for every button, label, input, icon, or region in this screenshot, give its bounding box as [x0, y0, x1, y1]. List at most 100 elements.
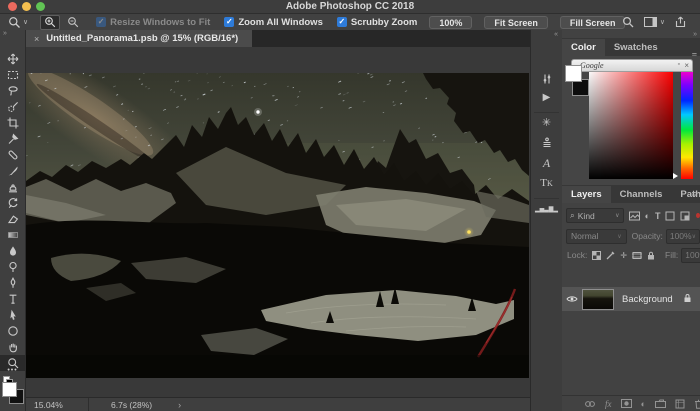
distant-light [467, 230, 471, 234]
tab-color[interactable]: Color [562, 39, 605, 56]
layer-visibility-toggle[interactable] [562, 295, 582, 303]
resize-windows-checkbox[interactable]: ✓ Resize Windows to Fit [96, 17, 210, 28]
glyphs-panel-icon[interactable]: A [531, 156, 562, 171]
link-layers-icon[interactable] [584, 400, 596, 408]
filter-shape-layers-icon[interactable] [665, 211, 675, 221]
scrubby-zoom-checkbox[interactable]: ✓ Scrubby Zoom [337, 17, 418, 28]
search-icon[interactable] [622, 16, 634, 28]
eye-icon [566, 295, 578, 303]
checkbox-check-icon: ✓ [224, 17, 234, 27]
status-menu-chevron[interactable]: › [178, 400, 181, 410]
quick-selection-tool[interactable] [0, 99, 25, 115]
brush-tool[interactable] [0, 163, 25, 179]
move-tool[interactable] [0, 51, 25, 67]
brush-settings-panel-icon[interactable] [531, 73, 562, 88]
zoom-tool-preset[interactable]: ∨ [8, 16, 28, 29]
checkbox-check-icon: ✓ [96, 17, 106, 27]
filter-kind-dropdown[interactable]: ⌕ Kind ∨ [566, 208, 624, 223]
lock-artboard-icon[interactable] [632, 251, 642, 260]
share-icon[interactable] [675, 16, 686, 28]
properties-panel-icon[interactable] [531, 137, 562, 152]
layer-thumbnail[interactable] [582, 289, 614, 310]
pen-tool[interactable] [0, 275, 25, 291]
toolbar-expand-icon[interactable]: » [3, 30, 6, 37]
foreground-color-swatch[interactable] [2, 382, 17, 397]
status-zoom-field[interactable]: 15.04% [26, 398, 89, 411]
add-mask-icon[interactable] [621, 399, 632, 408]
fit-screen-button[interactable]: Fit Screen [484, 16, 548, 29]
filter-smart-objects-icon[interactable] [680, 211, 690, 221]
delete-layer-icon[interactable] [694, 399, 700, 409]
filter-type-layers-icon[interactable]: T [655, 211, 661, 221]
hue-slider[interactable] [681, 70, 693, 179]
layer-row-background[interactable]: Background [562, 287, 700, 311]
new-layer-icon[interactable] [675, 399, 685, 409]
collapse-dock-icon[interactable]: « [554, 31, 557, 38]
foreground-background-swatches[interactable] [2, 382, 24, 408]
lock-all-icon[interactable] [647, 251, 655, 260]
dodge-tool[interactable] [0, 259, 25, 275]
panel-menu-icon[interactable]: ≡ [692, 189, 697, 199]
gradient-tool[interactable] [0, 227, 25, 243]
tab-channels[interactable]: Channels [611, 186, 672, 203]
lasso-tool[interactable] [0, 83, 25, 99]
marquee-tool[interactable] [0, 67, 25, 83]
shape-tool[interactable] [0, 323, 25, 339]
panorama-image[interactable] [26, 73, 529, 378]
tk-panel-icon[interactable]: TK [531, 177, 562, 189]
close-tab-icon[interactable]: × [34, 34, 39, 44]
layer-lock-icon [683, 293, 692, 306]
eraser-tool[interactable] [0, 211, 25, 227]
lock-position-icon[interactable]: ✛ [620, 251, 627, 260]
new-group-icon[interactable] [655, 399, 666, 408]
zoom-in-button[interactable] [40, 15, 60, 30]
clone-stamp-tool[interactable] [0, 179, 25, 195]
status-info: 6.7s (28%) [111, 400, 152, 410]
zoom-in-icon [44, 16, 56, 28]
history-brush-tool[interactable] [0, 195, 25, 211]
zoom-out-icon [67, 16, 79, 28]
healing-brush-tool[interactable] [0, 147, 25, 163]
path-selection-tool[interactable] [0, 307, 25, 323]
fill-screen-button[interactable]: Fill Screen [560, 16, 626, 29]
filter-adjustment-layers-icon[interactable]: ◐ [645, 211, 650, 221]
minimize-icon[interactable]: ▫ [678, 61, 680, 68]
foreground-color-swatch[interactable] [565, 65, 582, 82]
filter-pixel-layers-icon[interactable] [629, 211, 640, 221]
chevron-down-icon: ∨ [23, 18, 28, 26]
zoom-100-button[interactable]: 100% [429, 16, 472, 29]
canvas-pasteboard[interactable] [26, 47, 530, 397]
actions-panel-icon[interactable]: ▶ [531, 92, 562, 103]
collapse-panels-icon[interactable]: » [693, 31, 696, 38]
fill-value[interactable]: 100% ∨ [681, 248, 700, 263]
eyedropper-tool[interactable] [0, 131, 25, 147]
filter-toggle-icon[interactable] [696, 213, 700, 218]
fill-label: Fill: [665, 250, 678, 260]
lock-transparency-icon[interactable] [592, 251, 601, 260]
blend-mode-dropdown[interactable]: Normal ∨ [566, 229, 627, 244]
workspace-switcher[interactable]: ∨ [644, 17, 665, 27]
hand-tool[interactable] [0, 339, 25, 355]
saturation-brightness-field[interactable] [589, 70, 673, 179]
opacity-value[interactable]: 100% ∨ [666, 229, 700, 244]
zoom-all-windows-checkbox[interactable]: ✓ Zoom All Windows [224, 17, 323, 28]
edit-toolbar-button[interactable]: ••• [0, 367, 25, 374]
new-adjustment-layer-icon[interactable]: ◐ [641, 399, 646, 409]
layer-filter-row: ⌕ Kind ∨ ◐ T [562, 206, 700, 225]
blur-tool[interactable] [0, 243, 25, 259]
tab-layers[interactable]: Layers [562, 186, 611, 203]
lock-paint-icon[interactable] [606, 251, 615, 260]
tab-swatches[interactable]: Swatches [605, 39, 667, 56]
type-tool[interactable] [0, 291, 25, 307]
crop-tool[interactable] [0, 115, 25, 131]
google-floating-window[interactable]: Google ▫ × [571, 59, 693, 72]
adjustments-panel-icon[interactable]: ✳ [531, 116, 562, 129]
workspace-icon [644, 17, 657, 27]
zoom-out-button[interactable] [64, 16, 82, 29]
layer-style-icon[interactable]: fx [605, 399, 612, 409]
histogram-panel-icon[interactable]: ▂▅▃▇▂ [531, 206, 562, 213]
close-icon[interactable]: × [684, 61, 689, 70]
document-tab[interactable]: × Untitled_Panorama1.psb @ 15% (RGB/16*) [26, 30, 252, 47]
layers-panel-tabs: Layers Channels Paths ≡ [562, 185, 700, 203]
hue-slider-pointer[interactable] [673, 173, 678, 179]
